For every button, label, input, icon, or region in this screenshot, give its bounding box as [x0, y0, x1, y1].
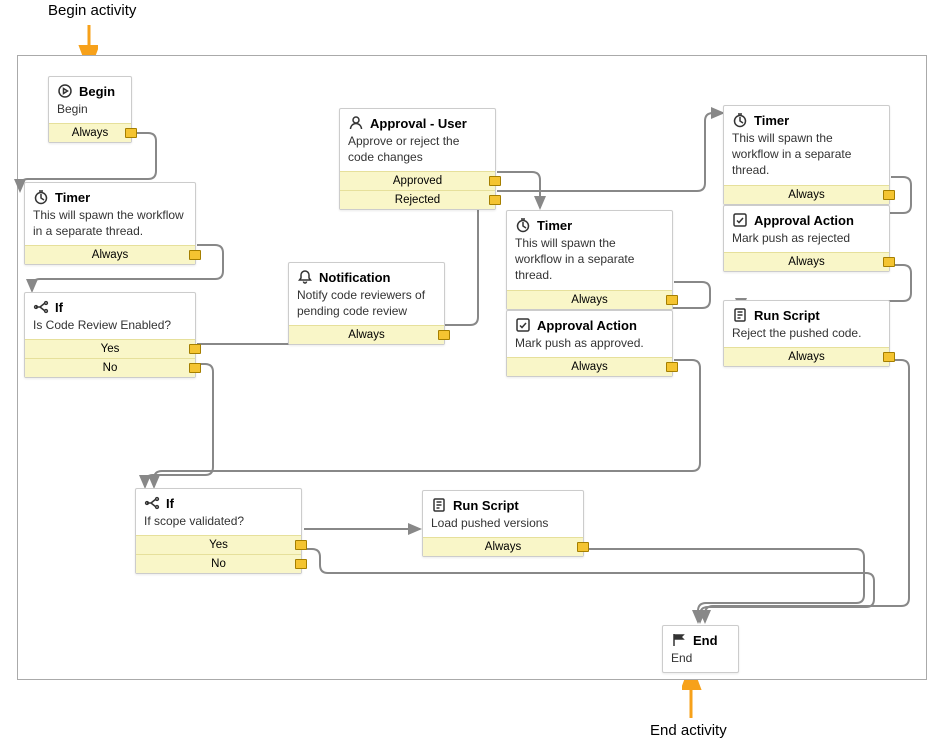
bell-icon	[297, 269, 313, 285]
clock-icon	[732, 112, 748, 128]
slot-always[interactable]: Always	[724, 185, 889, 204]
node-run-script-2[interactable]: Run Script Load pushed versions Always	[422, 490, 584, 557]
node-timer-2[interactable]: Timer This will spawn the workflow in a …	[506, 210, 673, 310]
node-run-script-1[interactable]: Run Script Reject the pushed code. Alway…	[723, 300, 890, 367]
node-title: Timer	[55, 190, 90, 205]
node-title: Approval Action	[754, 213, 854, 228]
node-desc: Reject the pushed code.	[724, 323, 889, 347]
slot-always[interactable]: Always	[724, 347, 889, 366]
node-desc: This will spawn the workflow in a separa…	[724, 128, 889, 185]
node-title: End	[693, 633, 718, 648]
port-icon	[666, 362, 678, 372]
diagram-stage: Begin activity Workflow activities Nodes…	[0, 0, 946, 749]
node-desc: Mark push as rejected	[724, 228, 889, 252]
branch-icon	[33, 299, 49, 315]
node-desc: End	[663, 648, 738, 672]
branch-icon	[144, 495, 160, 511]
node-if-2[interactable]: If If scope validated? Yes No	[135, 488, 302, 574]
play-icon	[57, 83, 73, 99]
check-icon	[515, 317, 531, 333]
node-title: If	[166, 496, 174, 511]
node-desc: This will spawn the workflow in a separa…	[25, 205, 195, 245]
node-timer-3[interactable]: Timer This will spawn the workflow in a …	[723, 105, 890, 205]
node-begin[interactable]: Begin Begin Always	[48, 76, 132, 143]
slot-always[interactable]: Always	[724, 252, 889, 271]
node-approval-action-1[interactable]: Approval Action Mark push as approved. A…	[506, 310, 673, 377]
node-approval-user[interactable]: Approval - User Approve or reject the co…	[339, 108, 496, 210]
node-title: Begin	[79, 84, 115, 99]
node-desc: Begin	[49, 99, 131, 123]
slot-rejected[interactable]: Rejected	[340, 190, 495, 209]
node-desc: If scope validated?	[136, 511, 301, 535]
clock-icon	[33, 189, 49, 205]
slot-always[interactable]: Always	[507, 290, 672, 309]
check-icon	[732, 212, 748, 228]
node-title: Timer	[537, 218, 572, 233]
slot-approved[interactable]: Approved	[340, 171, 495, 190]
script-icon	[431, 497, 447, 513]
port-icon	[883, 257, 895, 267]
node-desc: Notify code reviewers of pending code re…	[289, 285, 444, 325]
slot-no[interactable]: No	[136, 554, 301, 573]
node-title: Approval - User	[370, 116, 467, 131]
slot-always[interactable]: Always	[423, 537, 583, 556]
port-icon	[489, 195, 501, 205]
port-icon	[189, 250, 201, 260]
node-notification[interactable]: Notification Notify code reviewers of pe…	[288, 262, 445, 345]
slot-always[interactable]: Always	[289, 325, 444, 344]
node-title: Notification	[319, 270, 391, 285]
port-icon	[125, 128, 137, 138]
slot-no[interactable]: No	[25, 358, 195, 377]
node-approval-action-2[interactable]: Approval Action Mark push as rejected Al…	[723, 205, 890, 272]
node-if-1[interactable]: If Is Code Review Enabled? Yes No	[24, 292, 196, 378]
slot-always[interactable]: Always	[49, 123, 131, 142]
port-icon	[489, 176, 501, 186]
node-title: Run Script	[754, 308, 820, 323]
port-icon	[883, 352, 895, 362]
port-icon	[295, 540, 307, 550]
port-icon	[189, 344, 201, 354]
slot-always[interactable]: Always	[507, 357, 672, 376]
node-end[interactable]: End End	[662, 625, 739, 673]
port-icon	[438, 330, 450, 340]
node-timer-1[interactable]: Timer This will spawn the workflow in a …	[24, 182, 196, 265]
node-title: If	[55, 300, 63, 315]
node-desc: Mark push as approved.	[507, 333, 672, 357]
flag-icon	[671, 632, 687, 648]
port-icon	[666, 295, 678, 305]
node-desc: Is Code Review Enabled?	[25, 315, 195, 339]
node-title: Approval Action	[537, 318, 637, 333]
slot-always[interactable]: Always	[25, 245, 195, 264]
script-icon	[732, 307, 748, 323]
clock-icon	[515, 217, 531, 233]
user-icon	[348, 115, 364, 131]
slot-yes[interactable]: Yes	[25, 339, 195, 358]
node-title: Timer	[754, 113, 789, 128]
node-desc: This will spawn the workflow in a separa…	[507, 233, 672, 290]
port-icon	[189, 363, 201, 373]
node-desc: Load pushed versions	[423, 513, 583, 537]
slot-yes[interactable]: Yes	[136, 535, 301, 554]
node-title: Run Script	[453, 498, 519, 513]
port-icon	[577, 542, 589, 552]
port-icon	[295, 559, 307, 569]
port-icon	[883, 190, 895, 200]
node-desc: Approve or reject the code changes	[340, 131, 495, 171]
